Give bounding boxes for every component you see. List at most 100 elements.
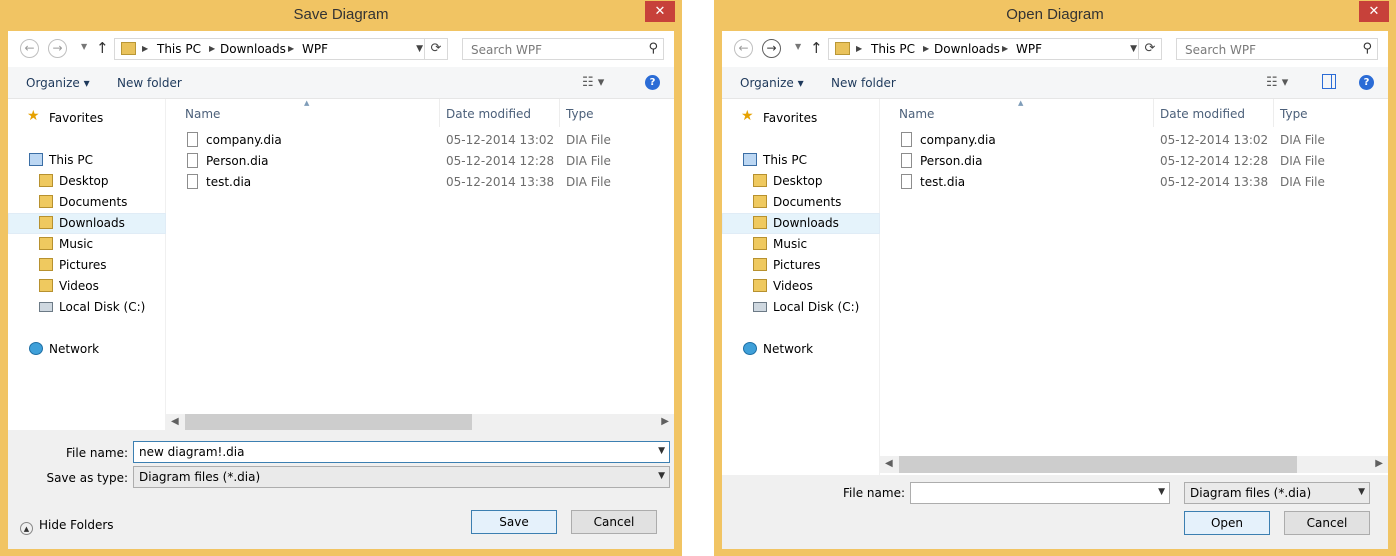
back-button[interactable]: ← <box>734 39 753 58</box>
organize-button[interactable]: Organize ▾ <box>740 76 804 90</box>
chevron-down-icon[interactable]: ▼ <box>1158 487 1165 497</box>
sidebar-item-documents[interactable]: Documents <box>8 192 166 213</box>
close-button[interactable]: ✕ <box>645 1 675 22</box>
title-bar[interactable]: Open Diagram ✕ <box>714 0 1396 32</box>
search-input[interactable] <box>469 42 643 58</box>
sidebar-item-this-pc[interactable]: This PC <box>722 150 880 171</box>
file-row[interactable]: test.dia 05-12-2014 13:38 DIA File <box>880 172 1380 193</box>
up-button[interactable]: ↑ <box>96 39 109 57</box>
sidebar-item-this-pc[interactable]: This PC <box>8 150 166 171</box>
file-name-field[interactable]: ▼ <box>910 482 1170 504</box>
search-box[interactable]: ⚲ <box>1176 38 1378 60</box>
forward-button[interactable]: → <box>762 39 781 58</box>
horizontal-scrollbar[interactable]: ◀ ▶ <box>166 414 674 431</box>
sidebar-item-documents[interactable]: Documents <box>722 192 880 213</box>
column-divider[interactable] <box>439 99 440 127</box>
breadcrumb-separator-icon[interactable]: ▶ <box>923 44 929 53</box>
breadcrumb-downloads[interactable]: Downloads <box>220 42 286 56</box>
close-button[interactable]: ✕ <box>1359 1 1389 22</box>
breadcrumb-wpf[interactable]: WPF <box>302 42 328 56</box>
search-box[interactable]: ⚲ <box>462 38 664 60</box>
sidebar-item-music[interactable]: Music <box>722 234 880 255</box>
open-button[interactable]: Open <box>1184 511 1270 535</box>
sidebar-item-downloads[interactable]: Downloads <box>722 213 880 234</box>
column-header-type[interactable]: Type <box>1280 107 1308 121</box>
file-row[interactable]: company.dia 05-12-2014 13:02 DIA File <box>880 130 1380 151</box>
sidebar-item-music[interactable]: Music <box>8 234 166 255</box>
hide-folders-button[interactable]: ▲ Hide Folders <box>20 518 114 535</box>
sidebar-item-videos[interactable]: Videos <box>722 276 880 297</box>
breadcrumb-wpf[interactable]: WPF <box>1016 42 1042 56</box>
sidebar-item-downloads[interactable]: Downloads <box>8 213 166 234</box>
chevron-down-icon[interactable]: ▼ <box>1358 487 1365 497</box>
column-header-date[interactable]: Date modified <box>1160 107 1245 121</box>
organize-button[interactable]: Organize ▾ <box>26 76 90 90</box>
search-icon[interactable]: ⚲ <box>1362 41 1372 56</box>
new-folder-button[interactable]: New folder <box>117 76 182 90</box>
address-bar[interactable]: ▶ This PC ▶ Downloads ▶ WPF ▼ ⟳ <box>114 38 448 60</box>
file-row[interactable]: company.dia 05-12-2014 13:02 DIA File <box>166 130 666 151</box>
forward-button[interactable]: → <box>48 39 67 58</box>
sidebar-item-favorites[interactable]: ★ Favorites <box>8 108 166 129</box>
breadcrumb-separator-icon[interactable]: ▶ <box>288 44 294 53</box>
breadcrumb-separator-icon[interactable]: ▶ <box>856 44 862 53</box>
details-view-icon[interactable]: ☷ ▾ <box>1266 75 1288 90</box>
new-folder-button[interactable]: New folder <box>831 76 896 90</box>
breadcrumb-downloads[interactable]: Downloads <box>934 42 1000 56</box>
column-header-name[interactable]: Name <box>899 107 934 121</box>
breadcrumb-separator-icon[interactable]: ▶ <box>1002 44 1008 53</box>
help-icon[interactable]: ? <box>645 75 660 90</box>
address-dropdown-icon[interactable]: ▼ <box>416 44 423 54</box>
column-divider[interactable] <box>559 99 560 127</box>
up-button[interactable]: ↑ <box>810 39 823 57</box>
breadcrumb-this-pc[interactable]: This PC <box>157 42 201 56</box>
refresh-icon[interactable]: ⟳ <box>424 39 447 59</box>
breadcrumb-this-pc[interactable]: This PC <box>871 42 915 56</box>
sidebar-item-local-disk[interactable]: Local Disk (C:) <box>722 297 880 318</box>
sidebar-item-local-disk[interactable]: Local Disk (C:) <box>8 297 166 318</box>
file-row[interactable]: Person.dia 05-12-2014 12:28 DIA File <box>880 151 1380 172</box>
column-header-type[interactable]: Type <box>566 107 594 121</box>
help-icon[interactable]: ? <box>1359 75 1374 90</box>
address-bar[interactable]: ▶ This PC ▶ Downloads ▶ WPF ▼ ⟳ <box>828 38 1162 60</box>
column-header-name[interactable]: Name <box>185 107 220 121</box>
chevron-down-icon[interactable]: ▼ <box>658 446 665 456</box>
sidebar-item-favorites[interactable]: ★ Favorites <box>722 108 880 129</box>
back-button[interactable]: ← <box>20 39 39 58</box>
sidebar-item-pictures[interactable]: Pictures <box>8 255 166 276</box>
file-row[interactable]: Person.dia 05-12-2014 12:28 DIA File <box>166 151 666 172</box>
title-bar[interactable]: Save Diagram ✕ <box>0 0 682 32</box>
search-input[interactable] <box>1183 42 1357 58</box>
sidebar-item-network[interactable]: Network <box>722 339 880 360</box>
horizontal-scrollbar[interactable]: ◀ ▶ <box>880 456 1388 473</box>
scroll-right-icon[interactable]: ▶ <box>1375 458 1383 469</box>
scroll-left-icon[interactable]: ◀ <box>885 458 893 469</box>
save-as-type-select[interactable]: Diagram files (*.dia) ▼ <box>133 466 670 488</box>
search-icon[interactable]: ⚲ <box>648 41 658 56</box>
breadcrumb-separator-icon[interactable]: ▶ <box>142 44 148 53</box>
file-type-filter-select[interactable]: Diagram files (*.dia) ▼ <box>1184 482 1370 504</box>
details-view-icon[interactable]: ☷ ▾ <box>582 75 604 90</box>
chevron-down-icon[interactable]: ▼ <box>658 471 665 481</box>
recent-locations-dropdown-icon[interactable]: ▼ <box>81 42 87 51</box>
save-button[interactable]: Save <box>471 510 557 534</box>
column-divider[interactable] <box>1273 99 1274 127</box>
column-divider[interactable] <box>1153 99 1154 127</box>
scrollbar-thumb[interactable] <box>185 414 472 431</box>
sidebar-item-network[interactable]: Network <box>8 339 166 360</box>
address-dropdown-icon[interactable]: ▼ <box>1130 44 1137 54</box>
scroll-left-icon[interactable]: ◀ <box>171 416 179 427</box>
sidebar-item-desktop[interactable]: Desktop <box>8 171 166 192</box>
cancel-button[interactable]: Cancel <box>571 510 657 534</box>
file-name-field[interactable]: new diagram!.dia ▼ <box>133 441 670 463</box>
refresh-icon[interactable]: ⟳ <box>1138 39 1161 59</box>
file-row[interactable]: test.dia 05-12-2014 13:38 DIA File <box>166 172 666 193</box>
breadcrumb-separator-icon[interactable]: ▶ <box>209 44 215 53</box>
scrollbar-thumb[interactable] <box>899 456 1297 473</box>
sidebar-item-pictures[interactable]: Pictures <box>722 255 880 276</box>
preview-pane-icon[interactable] <box>1322 74 1336 89</box>
cancel-button[interactable]: Cancel <box>1284 511 1370 535</box>
sidebar-item-videos[interactable]: Videos <box>8 276 166 297</box>
scroll-right-icon[interactable]: ▶ <box>661 416 669 427</box>
column-header-date[interactable]: Date modified <box>446 107 531 121</box>
